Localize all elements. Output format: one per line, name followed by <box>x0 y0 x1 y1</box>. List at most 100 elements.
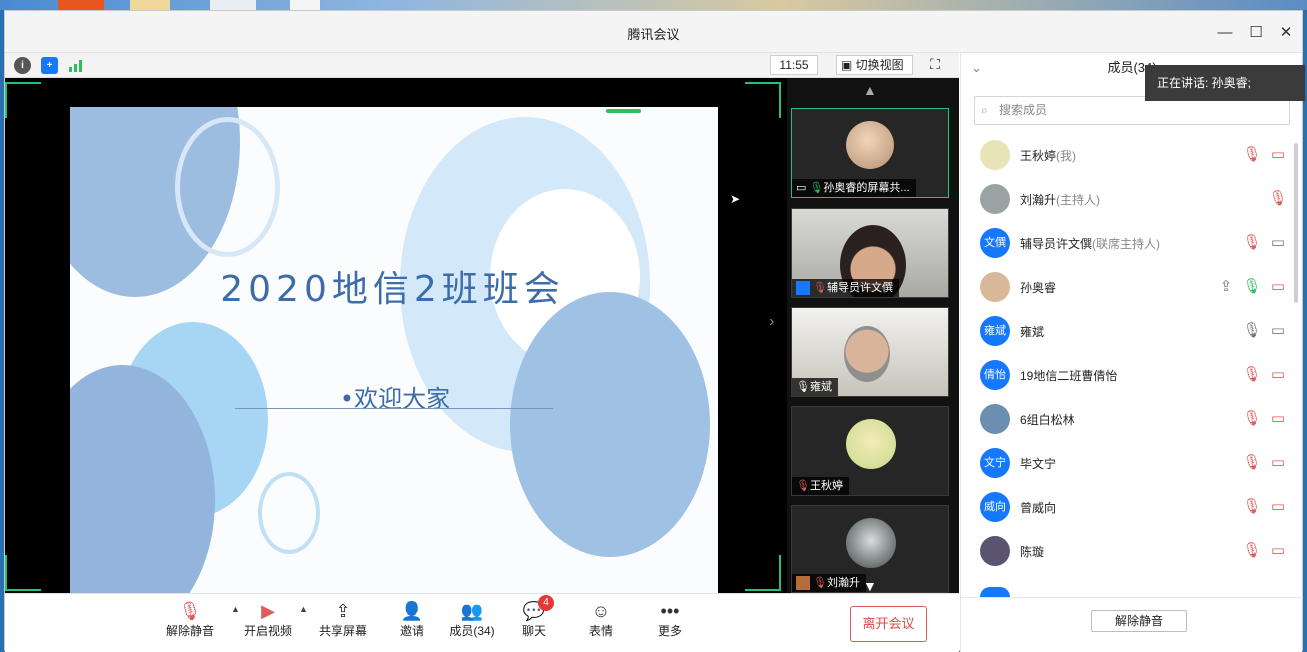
video-off-icon[interactable]: ▭ <box>1267 452 1289 474</box>
mouse-cursor-icon: ➤ <box>730 192 741 206</box>
scroll-up-icon[interactable]: ▲ <box>863 82 877 98</box>
expand-right-chevron-icon[interactable]: › <box>769 313 774 331</box>
video-off-icon[interactable]: ▭ <box>1267 540 1289 562</box>
meeting-main-area: i + 11:55 ▣ 切换视图 ⛶ 2020地信2班班会 •欢迎大家 ➤ › … <box>5 53 959 652</box>
member-row[interactable]: 孙奥睿 ⇪ 🎙 ▭ <box>961 265 1291 309</box>
collapse-chevron-icon[interactable]: ⌄ <box>971 53 982 83</box>
chat-button[interactable]: 💬 聊天 4 <box>504 595 564 639</box>
video-icon[interactable]: ▭ <box>1267 232 1289 254</box>
member-row[interactable]: 威向 曾威向 🎙 ▭ <box>961 485 1291 529</box>
mic-on-icon: 🎙 <box>796 381 810 393</box>
mic-off-icon[interactable]: 🎙 <box>1241 540 1263 562</box>
smiley-icon: ☺ <box>591 601 611 621</box>
member-row[interactable]: 倩怡 19地信二班曹倩怡 🎙 ▭ <box>961 353 1291 397</box>
decor-circle <box>510 292 710 557</box>
invite-button[interactable]: 👤 邀请 <box>382 600 442 639</box>
mic-off-icon[interactable]: 🎙 <box>1241 408 1263 430</box>
speaking-text: 正在讲话: 孙奥睿; <box>1157 76 1252 90</box>
desktop-app-icon[interactable] <box>290 0 320 10</box>
video-thumbnail[interactable]: 🎙雍斌 <box>791 307 949 397</box>
switch-view-button[interactable]: ▣ 切换视图 <box>836 55 913 75</box>
video-icon[interactable]: ▭ <box>1267 320 1289 342</box>
mic-off-icon[interactable]: 🎙 <box>1241 496 1263 518</box>
close-button[interactable]: ✕ <box>1271 19 1301 45</box>
fullscreen-icon[interactable]: ⛶ <box>925 56 945 76</box>
member-role: (我) <box>1056 149 1077 163</box>
more-button[interactable]: ••• 更多 <box>640 600 700 639</box>
info-icon[interactable]: i <box>14 57 31 74</box>
minimize-button[interactable]: — <box>1210 19 1240 45</box>
start-video-button[interactable]: ▶ 开启视频 <box>238 600 298 639</box>
mic-off-icon[interactable]: 🎙 <box>1241 232 1263 254</box>
video-off-icon: ▶ <box>261 601 275 621</box>
member-row[interactable]: 王秋婷(我) 🎙 ▭ <box>961 133 1291 177</box>
mic-on-icon[interactable]: 🎙 <box>1241 276 1263 298</box>
members-panel: ⌄ 成员(34) 正在讲话: 孙奥睿; ⌕ 搜索成员 王秋婷(我) 🎙 ▭ 刘瀚… <box>960 53 1305 652</box>
video-off-icon[interactable]: ▭ <box>1267 408 1289 430</box>
leave-meeting-button[interactable]: 离开会议 <box>850 606 927 642</box>
maximize-button[interactable]: ☐ <box>1241 19 1271 45</box>
member-role: (主持人) <box>1056 193 1101 207</box>
desktop-app-icon[interactable] <box>58 0 104 10</box>
member-role: (联席主持人) <box>1092 237 1161 251</box>
video-thumbnail[interactable]: 🎙辅导员许文僎 <box>791 208 949 298</box>
member-row[interactable]: 刘瀚升(主持人) 🎙 <box>961 177 1291 221</box>
unmute-button[interactable]: 🎙 解除静音 <box>160 600 220 639</box>
member-row[interactable]: 6组白松林 🎙 ▭ <box>961 397 1291 441</box>
screen-share-icon[interactable]: ⇪ <box>1215 276 1237 298</box>
chat-label: 聊天 <box>521 624 546 638</box>
active-speaker-frame-corner <box>5 555 41 591</box>
member-avatar <box>980 184 1010 214</box>
member-avatar <box>980 272 1010 302</box>
mic-off-icon[interactable]: 🎙 <box>1241 452 1263 474</box>
video-off-icon[interactable]: ▭ <box>1267 276 1289 298</box>
active-speaker-frame-corner <box>5 82 41 118</box>
decor-ring <box>258 472 320 554</box>
member-row[interactable]: 文僎 辅导员许文僎(联席主持人) 🎙 ▭ <box>961 221 1291 265</box>
member-avatar: 文宁 <box>980 448 1010 478</box>
member-row[interactable]: 文宁 毕文宁 🎙 ▭ <box>961 441 1291 485</box>
video-thumbnail[interactable]: 🎙王秋婷 <box>791 406 949 496</box>
desktop-app-icon[interactable] <box>130 0 170 10</box>
member-row[interactable]: 雍斌 雍斌 🎙 ▭ <box>961 309 1291 353</box>
video-thumbnail[interactable]: ▭ 🎙孙奥睿的屏幕共... <box>791 108 949 198</box>
thumbnail-name: 王秋婷 <box>809 480 843 492</box>
thumbnail-name: 辅导员许文僎 <box>826 282 893 294</box>
member-avatar <box>980 536 1010 566</box>
speaking-indicator-tooltip: 正在讲话: 孙奥睿; <box>1145 65 1305 101</box>
share-screen-icon: ⇪ <box>335 601 351 621</box>
mic-off-icon[interactable]: 🎙 <box>1267 188 1289 210</box>
desktop-app-icon[interactable] <box>210 0 256 10</box>
decor-ring <box>175 117 280 257</box>
meeting-info-bar: i + 11:55 ▣ 切换视图 ⛶ <box>5 53 959 78</box>
more-dots-icon: ••• <box>660 601 680 621</box>
video-off-icon[interactable]: ▭ <box>1267 364 1289 386</box>
share-screen-button[interactable]: ⇪ 共享屏幕 <box>313 600 373 639</box>
scroll-down-icon[interactable]: ▼ <box>863 578 877 594</box>
mic-off-icon: 🎙 <box>813 282 827 294</box>
unmute-all-button[interactable]: 解除静音 <box>1091 610 1187 632</box>
mic-off-icon[interactable]: 🎙 <box>1241 144 1263 166</box>
member-name: 刘瀚升 <box>1020 193 1057 207</box>
member-avatar <box>980 404 1010 434</box>
speaker-indicator <box>606 109 641 113</box>
video-off-icon[interactable]: ▭ <box>1267 144 1289 166</box>
reactions-button[interactable]: ☺ 表情 <box>571 600 631 639</box>
signal-strength-icon[interactable] <box>69 59 85 72</box>
members-scrollbar[interactable] <box>1294 143 1298 303</box>
user-icon <box>796 281 810 296</box>
mic-off-icon[interactable]: 🎙 <box>1241 364 1263 386</box>
member-name: 孙奥睿 <box>1020 281 1057 295</box>
video-off-icon[interactable]: ▭ <box>1267 496 1289 518</box>
members-button[interactable]: 👥 成员(34) <box>442 600 502 639</box>
member-name: 曾威向 <box>1020 501 1057 515</box>
security-shield-icon[interactable]: + <box>41 57 58 74</box>
active-speaker-frame-corner <box>745 82 781 118</box>
thumbnail-label: 🎙辅导员许文僎 <box>792 279 899 297</box>
member-name: 雍斌 <box>1020 325 1045 339</box>
member-row[interactable]: 陈璇 🎙 ▭ <box>961 529 1291 573</box>
search-placeholder: 搜索成员 <box>999 103 1048 117</box>
mic-icon[interactable]: 🎙 <box>1241 320 1263 342</box>
more-label: 更多 <box>657 624 682 638</box>
video-options-arrow-icon[interactable]: ▲ <box>299 604 308 614</box>
